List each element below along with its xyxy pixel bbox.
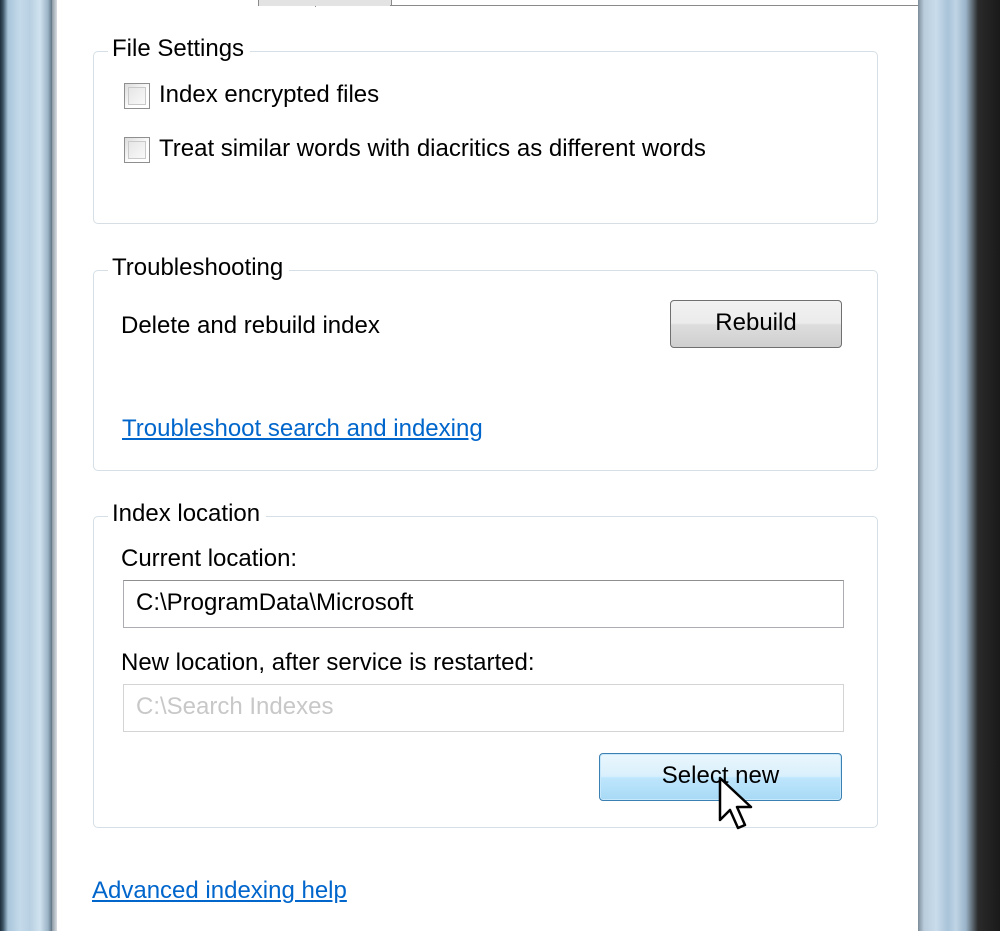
new-location-label: New location, after service is restarted… [121,649,535,676]
diacritics-label[interactable]: Treat similar words with diacritics as d… [159,134,706,164]
index-encrypted-checkbox[interactable] [124,83,150,109]
index-location-legend: Index location [108,497,267,531]
troubleshoot-link[interactable]: Troubleshoot search and indexing [122,414,483,444]
file-settings-legend: File Settings [108,32,251,66]
mouse-cursor-icon [718,776,753,830]
window-client-border [52,0,57,931]
new-location-field: C:\Search Indexes [123,684,844,732]
tab-inactive[interactable] [258,0,392,6]
window-frame-left [0,0,52,931]
advanced-indexing-help-link[interactable]: Advanced indexing help [92,876,347,906]
troubleshooting-legend: Troubleshooting [108,251,290,285]
current-location-field[interactable]: C:\ProgramData\Microsoft [123,580,844,628]
rebuild-button[interactable]: Rebuild [670,300,842,348]
delete-rebuild-label: Delete and rebuild index [121,312,380,339]
diacritics-checkbox[interactable] [124,137,150,163]
window-frame-right [918,0,1000,931]
tab-baseline [390,5,918,6]
index-encrypted-label[interactable]: Index encrypted files [159,80,379,110]
current-location-label: Current location: [121,545,298,572]
